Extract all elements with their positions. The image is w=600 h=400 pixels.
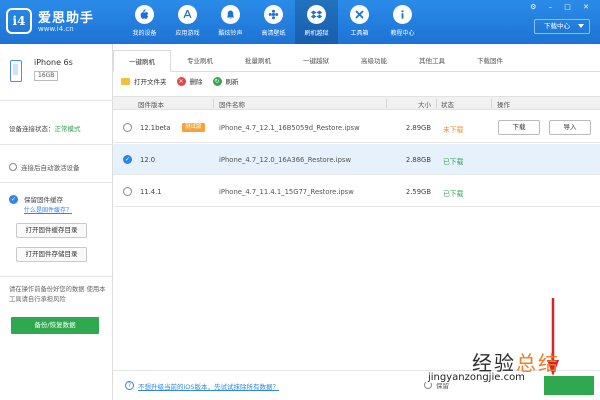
column-separator [213,99,214,108]
erase-data-link[interactable]: 不想升级当前的iOS版本，先试试抹除所有数据？ [138,381,279,391]
firmware-file-name: iPhone_4.7_12.0_16A366_Restore.ipsw [219,156,352,164]
nav-tutorials[interactable]: 教程中心 [381,0,424,44]
delete-button[interactable]: ✕ 删除 [176,76,203,86]
nav-wallpapers[interactable]: 高清壁纸 [252,0,295,44]
nav-flash-jailbreak[interactable]: 刷机越狱 [295,0,338,44]
column-header-action: 操作 [497,101,510,109]
refresh-icon: ↻ [212,76,222,86]
tab-batch-flash[interactable]: 批量刷机 [229,50,287,72]
firmware-size: 2.88GB [405,156,431,164]
app-url: www.i4.cn [38,25,74,33]
window-controls[interactable]: ⚙ – □ ✕ [530,3,594,11]
app-name: 爱思助手 [38,11,95,26]
divider [0,276,113,277]
connection-status: 设备连接状态：正常模式 [9,125,81,133]
flash-tabs: 一键刷机 专业刷机 批量刷机 一键越狱 高级功能 其他工具 下载固件 [113,50,600,72]
table-row[interactable]: ✓ 12.0 iPhone_4.7_12.0_16A366_Restore.ip… [113,144,600,175]
dropbox-icon [307,5,326,24]
keep-firmware-checkbox[interactable]: ✓ [9,195,18,204]
open-storage-dir-button[interactable]: 打开固件存储目录 [16,247,87,262]
firmware-file-name: iPhone_4.7_12.1_16B5059d_Restore.ipsw [219,124,360,132]
tab-pro-flash[interactable]: 专业刷机 [171,50,229,72]
table-header: 固件版本 固件名称 大小 状态 操作 [113,96,600,110]
keep-firmware-label: 保留固件缓存 [24,196,63,204]
row-radio[interactable] [123,123,132,132]
info-icon [393,5,412,24]
row-radio-selected[interactable]: ✓ [123,155,132,164]
download-status: 已下载 [443,158,464,166]
firmware-version: 11.4.1 [140,188,162,196]
divider [0,182,113,183]
question-icon: ? [125,381,134,390]
column-separator [436,99,437,108]
table-row[interactable]: 12.1beta 测试版 iPhone_4.7_12.1_16B5059d_Re… [113,112,600,143]
tab-other-tools[interactable]: 其他工具 [403,50,461,72]
i4-logo-icon: i4 [6,8,32,34]
import-button[interactable]: 导入 [549,120,591,135]
firmware-size: 2.59GB [405,188,431,196]
column-separator [491,99,492,108]
top-header: i4 爱思助手 www.i4.cn 我的设备 应用游戏 酷炫铃声 高清壁纸 刷机… [0,0,600,44]
firmware-size: 2.89GB [405,124,431,132]
firmware-version: 12.1beta [140,124,171,132]
watermark-url: jingyanzongjie.com [426,372,527,383]
watermark: 经验总结 jingyanzongjie.com [426,347,596,397]
refresh-button[interactable]: ↻ 刷新 [212,76,239,86]
main-nav: 我的设备 应用游戏 酷炫铃声 高清壁纸 刷机越狱 工具箱 教程中心 [123,0,424,44]
nav-toolbox[interactable]: 工具箱 [338,0,381,44]
device-storage-badge: 16GB [34,71,59,81]
firmware-file-name: iPhone_4.7_11.4.1_15G77_Restore.ipsw [219,188,354,196]
download-center-button[interactable]: 下载中心 [534,19,590,34]
app-store-icon [178,5,197,24]
radio-button[interactable] [9,163,17,171]
open-folder-button[interactable]: 打开文件夹 [121,76,167,86]
column-header-name: 固件名称 [219,101,245,109]
what-is-firmware-cache-link[interactable]: 什么是固件缓存？ [24,205,72,214]
download-status: 未下载 [443,126,464,134]
delete-icon: ✕ [176,76,186,86]
divider [0,144,113,145]
open-cache-dir-button[interactable]: 打开固件缓存目录 [16,223,87,238]
flower-icon [264,5,283,24]
beta-badge: 测试版 [182,123,205,132]
table-row[interactable]: 11.4.1 iPhone_4.7_11.4.1_15G77_Restore.i… [113,176,600,207]
download-status: 已下载 [443,190,464,198]
phone-icon [10,60,22,82]
column-separator [386,99,387,108]
risk-note: 请在操作前备份好您的数据 使用本工具请自行承担风险 [9,286,106,303]
tab-advanced[interactable]: 高级功能 [345,50,403,72]
download-button[interactable]: 下载 [498,120,540,135]
tab-download-firmware[interactable]: 下载固件 [461,50,519,72]
toolbox-icon [350,5,369,24]
toolbar: 打开文件夹 ✕ 删除 ↻ 刷新 [121,76,249,86]
device-sidebar: iPhone 6s 16GB 设备连接状态：正常模式 连接后自动激活设备 ✓ 保… [0,44,113,400]
column-header-status: 状态 [441,101,454,109]
folder-icon [121,77,130,85]
tab-one-click-flash[interactable]: 一键刷机 [113,50,171,72]
connection-status-value: 正常模式 [54,125,81,133]
device-name: iPhone 6s [34,58,73,67]
column-header-size: 大小 [418,101,431,109]
apple-icon [135,5,154,24]
auto-activate-option[interactable]: 连接后自动激活设备 [9,162,80,172]
divider [0,100,113,101]
nav-my-device[interactable]: 我的设备 [123,0,166,44]
bell-icon [221,5,240,24]
nav-ringtones[interactable]: 酷炫铃声 [209,0,252,44]
tab-one-click-jailbreak[interactable]: 一键越狱 [287,50,345,72]
column-header-version: 固件版本 [138,101,164,109]
backup-restore-button[interactable]: 备份/恢复数据 [11,317,99,334]
firmware-version: 12.0 [140,156,156,164]
nav-apps-games[interactable]: 应用游戏 [166,0,209,44]
row-radio[interactable] [123,187,132,196]
